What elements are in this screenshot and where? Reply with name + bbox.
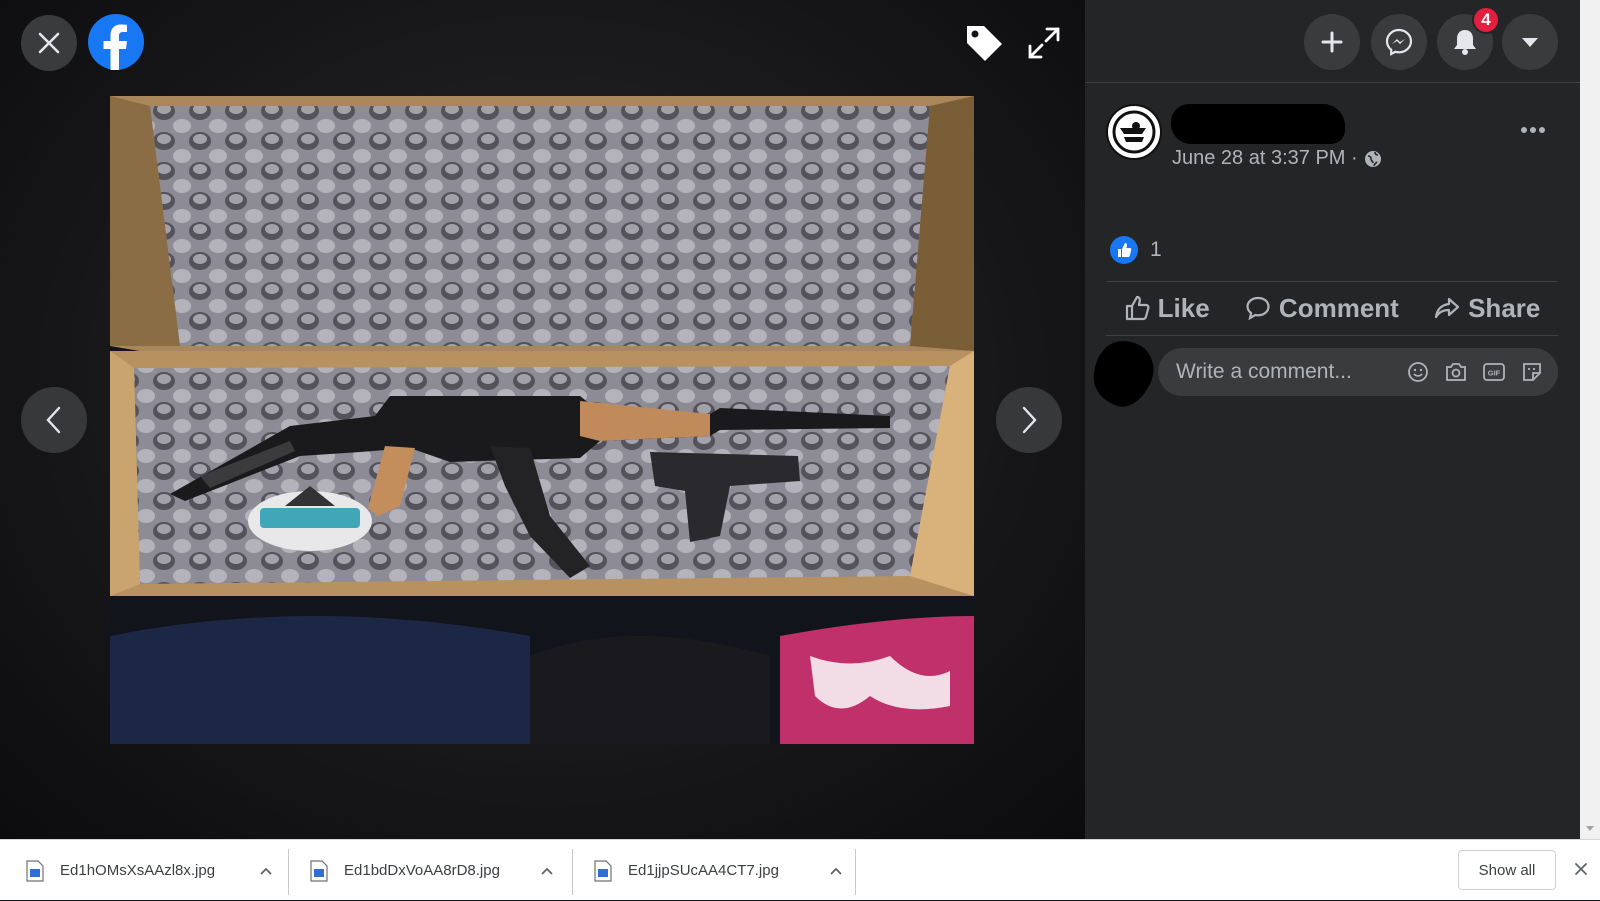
download-filename: Ed1hOMsXsAAzl8x.jpg [60, 862, 216, 879]
download-item[interactable]: Ed1hOMsXsAAzl8x.jpg [26, 840, 273, 901]
photo-illustration [110, 96, 974, 744]
download-bar: Ed1hOMsXsAAzl8x.jpg Ed1bdDxVoAA8rD8.jpg … [0, 839, 1600, 900]
plus-icon [1321, 31, 1343, 53]
chevron-up-icon[interactable] [829, 866, 843, 876]
scrollbar[interactable] [1580, 0, 1600, 839]
author-avatar[interactable] [1106, 104, 1162, 160]
previous-photo-button[interactable] [21, 387, 87, 453]
chevron-up-icon[interactable] [540, 866, 554, 876]
image-file-icon [26, 859, 44, 882]
chevron-up-icon[interactable] [259, 866, 273, 876]
comment-tools: GIF [1406, 360, 1544, 384]
camera-icon[interactable] [1444, 360, 1468, 384]
emoji-icon[interactable] [1406, 360, 1430, 384]
close-icon [38, 32, 60, 54]
caret-down-icon [1522, 38, 1538, 47]
download-filename: Ed1bdDxVoAA8rD8.jpg [344, 862, 500, 879]
next-photo-button[interactable] [996, 387, 1062, 453]
download-separator [288, 849, 289, 895]
comment-icon [1246, 296, 1270, 321]
like-reaction-icon [1110, 236, 1138, 264]
close-download-bar-button[interactable] [1568, 856, 1594, 882]
messenger-button[interactable] [1371, 14, 1427, 70]
notification-badge: 4 [1472, 6, 1500, 34]
comment-input[interactable]: Write a comment... [1176, 360, 1406, 384]
expand-icon [1028, 27, 1060, 59]
commenter-avatar-redacted [1090, 340, 1156, 410]
download-separator [572, 849, 573, 895]
post-time-text: June 28 at 3:37 PM · [1172, 147, 1358, 169]
sticker-icon[interactable] [1520, 360, 1544, 384]
header-divider [1085, 82, 1580, 83]
tag-photo-button[interactable] [962, 21, 1006, 65]
post-timestamp[interactable]: June 28 at 3:37 PM · [1172, 147, 1382, 170]
comment-box[interactable]: Write a comment... GIF [1158, 348, 1558, 396]
close-icon [1575, 863, 1587, 875]
author-name-redacted [1171, 104, 1345, 144]
bell-icon [1454, 30, 1476, 55]
close-button[interactable] [21, 15, 77, 71]
chevron-right-icon [1022, 406, 1037, 434]
tag-icon [967, 26, 1002, 61]
svg-text:GIF: GIF [1488, 369, 1501, 378]
share-icon [1434, 297, 1460, 319]
post-actions: Like Comment Share [1106, 281, 1558, 335]
messenger-icon [1385, 28, 1413, 56]
more-options-icon [1521, 127, 1545, 133]
download-item[interactable]: Ed1jjpSUcAA4CT7.jpg [594, 840, 843, 901]
share-label: Share [1468, 292, 1541, 323]
share-button[interactable]: Share [1434, 293, 1540, 324]
avatar-emblem-icon [1112, 110, 1156, 154]
actions-divider-bottom [1106, 335, 1558, 336]
account-menu-button[interactable] [1502, 14, 1558, 70]
fullscreen-button[interactable] [1022, 21, 1066, 65]
globe-icon [1364, 150, 1381, 167]
like-label: Like [1157, 292, 1210, 323]
reaction-summary[interactable]: 1 [1110, 236, 1162, 264]
chevron-left-icon [46, 406, 61, 434]
gif-icon[interactable]: GIF [1482, 360, 1506, 384]
reaction-count: 1 [1150, 238, 1162, 261]
post-options-button[interactable] [1512, 112, 1554, 148]
photo-viewer [0, 0, 1085, 839]
comment-label: Comment [1278, 292, 1399, 323]
download-separator [855, 849, 856, 895]
image-file-icon [310, 859, 328, 882]
show-all-downloads-button[interactable]: Show all [1458, 850, 1556, 890]
comment-button[interactable]: Comment [1245, 293, 1399, 324]
post-photo [110, 96, 974, 744]
thumbs-up-icon [1125, 295, 1150, 321]
download-item[interactable]: Ed1bdDxVoAA8rD8.jpg [310, 840, 554, 901]
download-filename: Ed1jjpSUcAA4CT7.jpg [628, 862, 779, 879]
like-button[interactable]: Like [1124, 293, 1210, 324]
create-button[interactable] [1304, 14, 1360, 70]
facebook-logo-icon [103, 24, 127, 70]
image-file-icon [594, 859, 612, 882]
facebook-logo[interactable] [88, 14, 144, 70]
